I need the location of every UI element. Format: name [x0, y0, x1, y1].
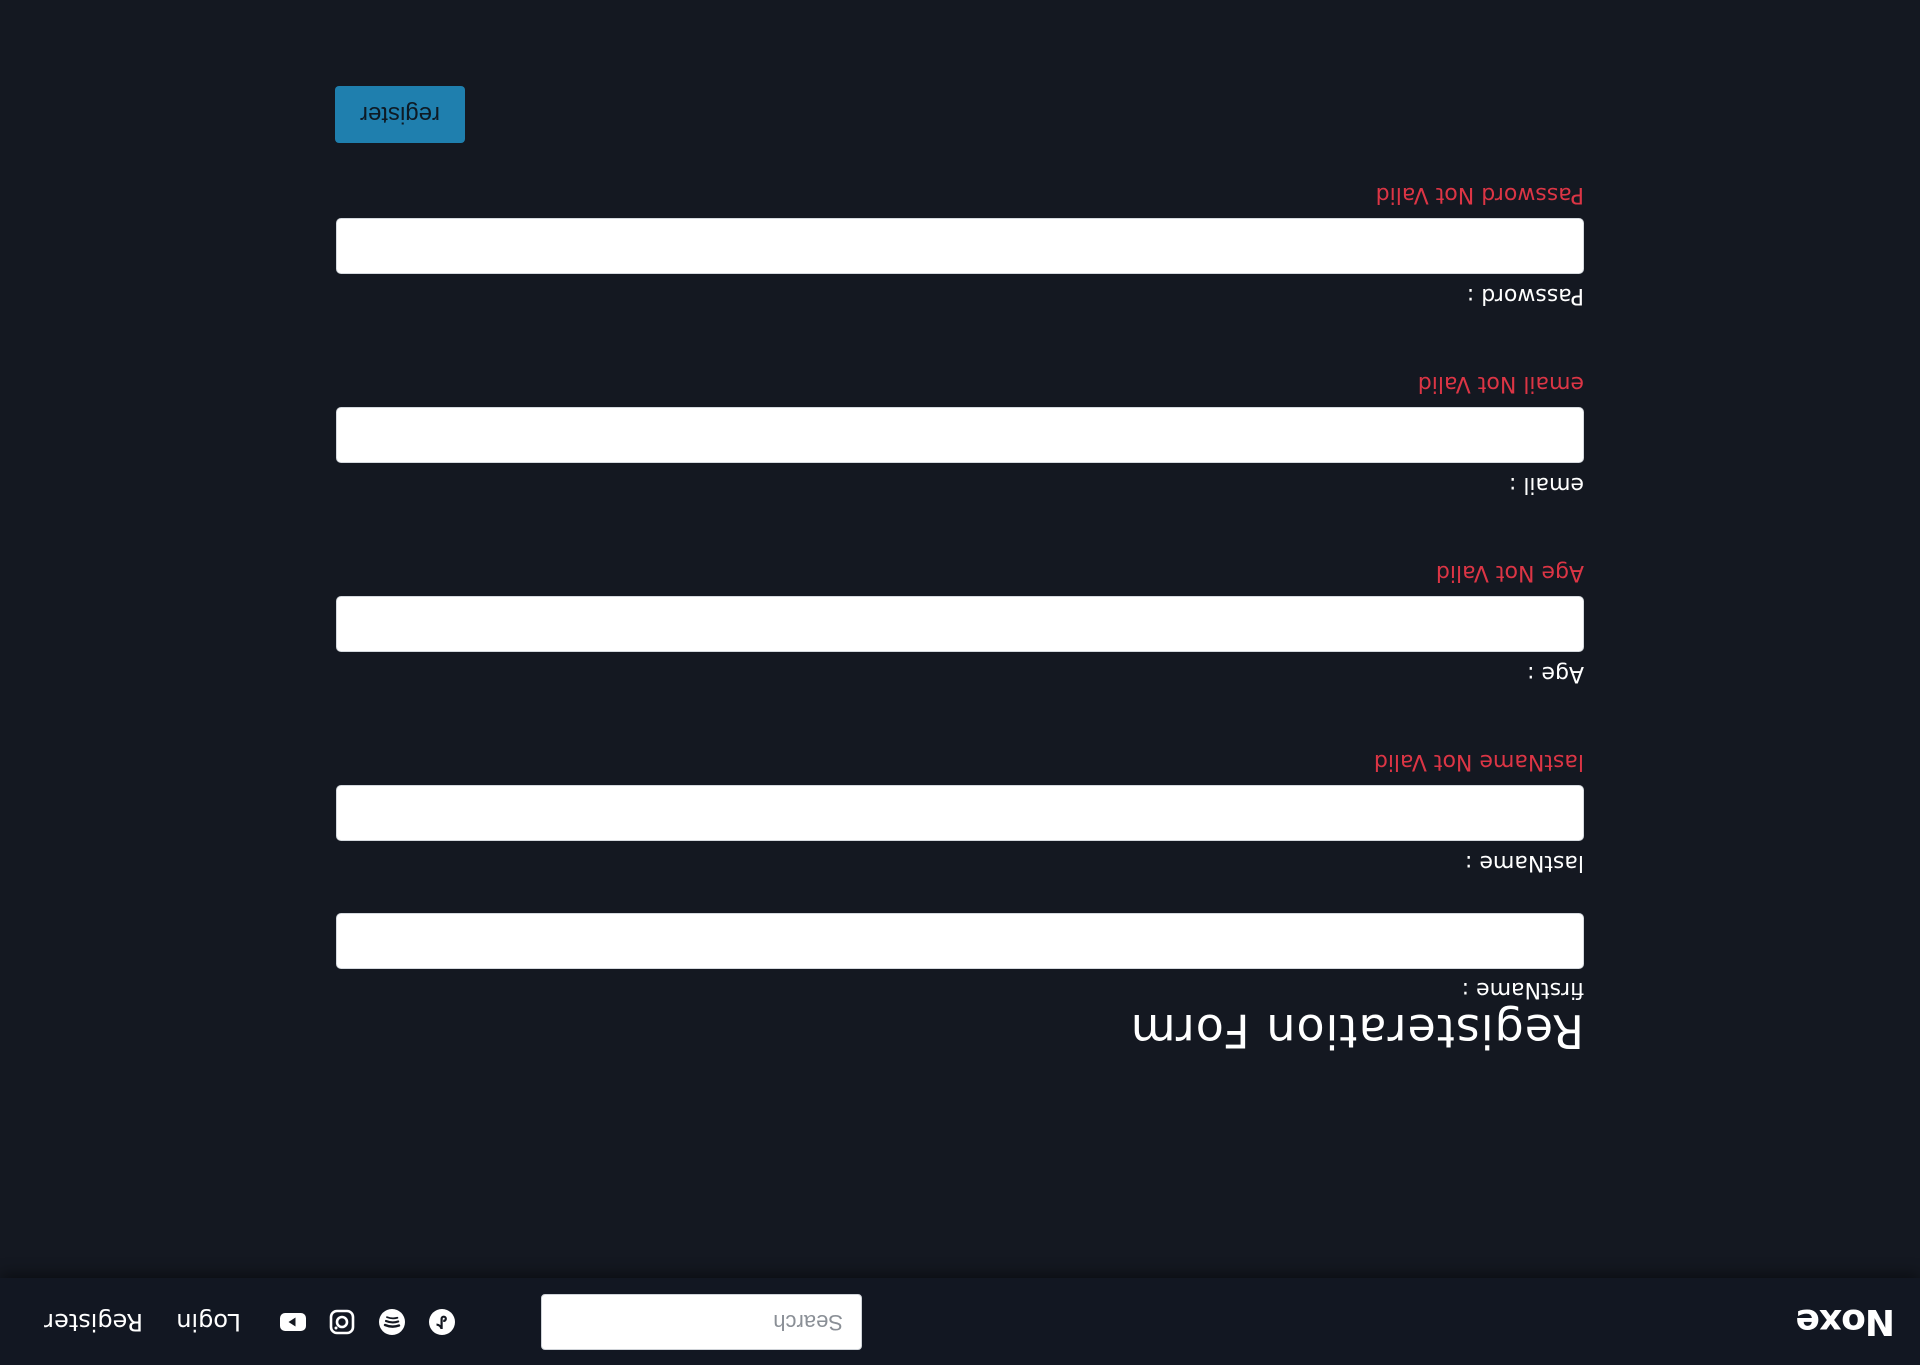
page-stage: Noxe Search Login Register Registeration… — [0, 0, 1920, 1365]
age-error: Age Not Valid — [1435, 560, 1584, 585]
last-name-error: lastName Not Valid — [1373, 749, 1584, 774]
instagram-icon[interactable] — [328, 1308, 356, 1336]
password-error: Password Not Valid — [1375, 182, 1584, 207]
email-input[interactable] — [336, 407, 1584, 463]
login-link[interactable]: Login — [176, 1307, 241, 1337]
register-button[interactable]: register — [335, 86, 465, 143]
first-name-input[interactable] — [336, 913, 1584, 969]
last-name-input[interactable] — [336, 785, 1584, 841]
youtube-icon[interactable] — [279, 1308, 307, 1336]
last-name-label: lastName : — [1465, 850, 1584, 875]
email-error: email Not Valid — [1417, 371, 1584, 396]
email-label: email : — [1508, 472, 1584, 497]
age-label: Age : — [1527, 661, 1584, 686]
search-input[interactable] — [541, 1294, 862, 1350]
register-link[interactable]: Register — [44, 1307, 143, 1337]
first-name-label: firstName : — [1461, 977, 1584, 1002]
password-input[interactable] — [336, 218, 1584, 274]
navbar: Noxe Search Login Register — [0, 1278, 1920, 1365]
brand-logo[interactable]: Noxe — [1797, 1301, 1896, 1342]
tiktok-icon[interactable] — [428, 1308, 456, 1336]
password-label: Password : — [1466, 283, 1584, 308]
form-title: Registeration Form — [1129, 1004, 1584, 1058]
age-input[interactable] — [336, 596, 1584, 652]
spotify-icon[interactable] — [378, 1308, 406, 1336]
